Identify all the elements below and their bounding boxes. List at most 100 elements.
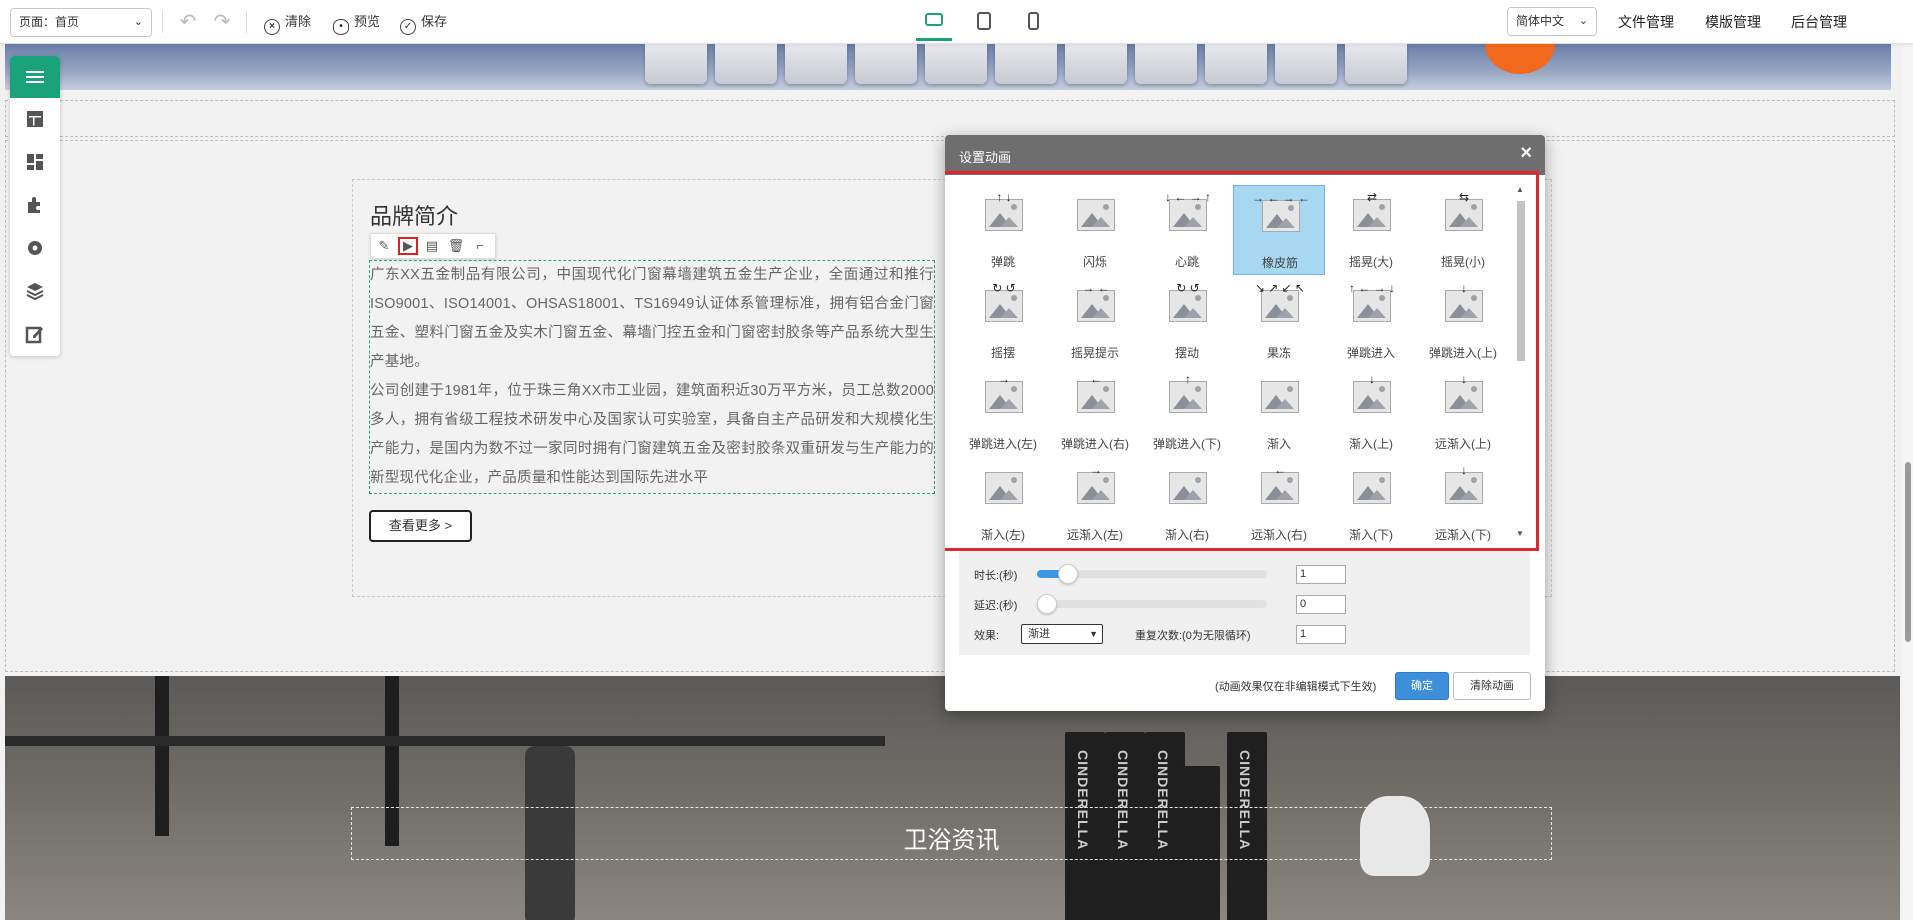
animation-option[interactable]: ↑ ← → ↓ 弹跳进入 (1325, 276, 1417, 366)
preview-label: 预览 (354, 14, 381, 29)
keyboard-key (1065, 44, 1127, 84)
motion-arrows-icon: ⇄ (1366, 190, 1378, 204)
trash-icon[interactable]: 🗑 (446, 237, 466, 255)
animation-option[interactable]: ↓ 弹跳进入(上) (1417, 276, 1509, 366)
animation-option[interactable]: → 弹跳进入(左) (957, 367, 1049, 457)
menu-button[interactable] (10, 56, 60, 98)
animation-option[interactable]: 渐入(下) (1325, 458, 1417, 548)
brand-title[interactable]: 品牌简介 (370, 199, 458, 231)
animation-option-label: 远渐入(右) (1251, 528, 1307, 542)
news-title-module[interactable]: 卫浴资讯 (351, 807, 1552, 860)
animation-option[interactable]: ← 远渐入(右) (1233, 458, 1325, 548)
chevron-down-icon: ⌄ (133, 16, 143, 28)
gear-icon[interactable] (25, 238, 45, 258)
language-select[interactable]: 简体中文 ⌄ (1507, 7, 1597, 36)
keyboard-key (1275, 44, 1337, 84)
animation-option-label: 渐入(右) (1165, 528, 1209, 542)
preview-button[interactable]: • 预览 (333, 11, 381, 35)
animation-option-label: 果冻 (1266, 346, 1291, 360)
animation-option[interactable]: ⇆ 摇晃(小) (1417, 185, 1509, 275)
confirm-button[interactable]: 确定 (1395, 672, 1449, 700)
animation-option[interactable]: 渐入(左) (957, 458, 1049, 548)
animation-option[interactable]: 渐入(右) (1141, 458, 1233, 548)
clear-button[interactable]: × 清除 (264, 11, 311, 35)
keyboard-key (855, 44, 917, 84)
format-painter-icon[interactable]: ⌐ (470, 237, 490, 255)
animation-icon[interactable]: ▶ (398, 237, 418, 255)
delay-slider-handle[interactable] (1037, 594, 1057, 614)
animation-option[interactable]: ↓ 渐入(上) (1325, 367, 1417, 457)
animation-option[interactable]: 闪烁 (1049, 185, 1141, 275)
animation-option[interactable]: ↑ 弹跳进入(下) (1141, 367, 1233, 457)
clear-icon: × (264, 19, 280, 35)
animation-option[interactable]: ↻ ↺ 摇摆 (957, 276, 1049, 366)
layout-icon[interactable] (25, 109, 45, 129)
edit-form-icon[interactable] (25, 324, 45, 344)
animation-option-label: 弹跳进入 (1346, 346, 1395, 360)
admin-link[interactable]: 后台管理 (1791, 12, 1847, 32)
close-icon[interactable]: × (1520, 142, 1532, 165)
template-manage-link[interactable]: 模版管理 (1705, 12, 1761, 32)
motion-arrows-icon: → (1090, 463, 1102, 477)
animation-option[interactable]: ↓ ← → ↑ 心跳 (1141, 185, 1233, 275)
dialog-header: 设置动画 × (945, 135, 1545, 175)
orange-object (1485, 44, 1555, 74)
view-more-button[interactable]: 查看更多 > (369, 510, 472, 542)
duration-input[interactable]: 1 (1296, 565, 1346, 584)
animation-option-label: 远渐入(下) (1435, 528, 1491, 542)
undo-icon[interactable]: ↶ (175, 9, 201, 35)
dashboard-icon[interactable] (25, 152, 45, 172)
brand-text-block[interactable]: 广东XX五金制品有限公司，中国现代化门窗幕墙建筑五金生产企业，全面通过和推行IS… (369, 260, 935, 494)
repeat-input[interactable]: 1 (1296, 625, 1346, 644)
edit-icon[interactable]: ✎ (374, 237, 394, 255)
duration-slider-handle[interactable] (1057, 564, 1078, 584)
desktop-view-button[interactable] (916, 7, 952, 41)
clear-animation-button[interactable]: 清除动画 (1453, 672, 1531, 700)
scrollbar-thumb[interactable] (1517, 201, 1525, 361)
file-manage-link[interactable]: 文件管理 (1618, 12, 1674, 32)
animation-option[interactable]: → 远渐入(左) (1049, 458, 1141, 548)
animation-option[interactable]: ↘ ↗ ↙ ↖ 果冻 (1233, 276, 1325, 366)
motion-arrows-icon: ↓ (1461, 463, 1467, 477)
keyboard-key (995, 44, 1057, 84)
motion-arrows-icon: ↑ ↓ (996, 190, 1012, 204)
save-button[interactable]: ✓ 保存 (400, 11, 447, 35)
redo-icon[interactable]: ↷ (209, 9, 235, 35)
element-edit-toolbar: ✎ ▶ ▤ 🗑 ⌐ (370, 233, 496, 259)
animation-option[interactable]: → ← 摇晃提示 (1049, 276, 1141, 366)
animation-option[interactable]: → ← → ← 橡皮筋 (1233, 185, 1325, 275)
mobile-view-button[interactable] (1015, 7, 1051, 41)
animation-option[interactable]: 渐入 (1233, 367, 1325, 457)
duration-label: 时长:(秒) (974, 570, 1018, 582)
scroll-up-icon[interactable]: ▲ (1516, 185, 1524, 194)
effect-select[interactable]: 渐进 ▼ (1021, 624, 1103, 644)
tablet-view-button[interactable] (966, 7, 1002, 41)
page-scrollbar-thumb[interactable] (1905, 462, 1911, 642)
animation-dialog: 设置动画 × ↑ ↓ 弹跳 闪烁 ↓ ← → ↑ 心跳 → ← → ← 橡皮筋 ⇄ 摇晃(大) ⇆… (945, 135, 1545, 711)
animation-option[interactable]: ↓ 远渐入(下) (1417, 458, 1509, 548)
layers-icon[interactable] (25, 281, 45, 301)
animation-option[interactable]: ⇄ 摇晃(大) (1325, 185, 1417, 275)
animation-option[interactable]: ← 弹跳进入(右) (1049, 367, 1141, 457)
animation-settings: 时长:(秒) 1 延迟:(秒) 0 效果: 渐进 ▼ 重复次数:(0为无限循环)… (959, 551, 1530, 655)
animation-option[interactable]: ↻ ↺ 摆动 (1141, 276, 1233, 366)
plugin-icon[interactable] (25, 195, 45, 215)
left-sidebar (10, 56, 60, 356)
page-select[interactable]: 页面：首页 ⌄ (10, 8, 152, 37)
animation-option[interactable]: ↑ ↓ 弹跳 (957, 185, 1049, 275)
delay-input[interactable]: 0 (1296, 595, 1346, 614)
motion-arrows-icon (1159, 464, 1217, 512)
animation-option-label: 心跳 (1174, 255, 1199, 269)
animation-list-scrollbar[interactable]: ▲ ▼ (1514, 185, 1528, 545)
motion-arrows-icon: ⇆ (1458, 190, 1470, 204)
animation-option-label: 弹跳进入(左) (969, 437, 1037, 451)
window-frame (5, 736, 885, 746)
layout-icon[interactable]: ▤ (422, 237, 442, 255)
animation-option-label: 摇晃(大) (1349, 255, 1393, 269)
animation-option-label: 渐入(下) (1349, 528, 1393, 542)
keyboard-key (715, 44, 777, 84)
scroll-down-icon[interactable]: ▼ (1516, 529, 1524, 538)
delay-slider[interactable] (1037, 600, 1267, 608)
animation-option[interactable]: ↓ 远渐入(上) (1417, 367, 1509, 457)
motion-arrows-icon: ← (1090, 372, 1102, 386)
